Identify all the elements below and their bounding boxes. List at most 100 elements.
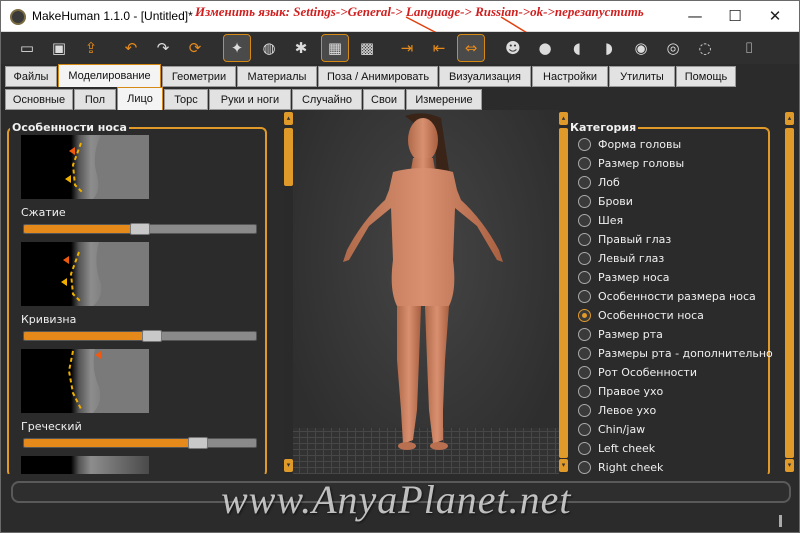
category-item[interactable]: Размер носа [578, 268, 669, 287]
curve-slider[interactable] [23, 330, 257, 342]
left-panel-scrollbar[interactable]: ▴ ▾ [284, 110, 293, 474]
radio-unchecked-icon[interactable] [578, 271, 591, 284]
undo-icon[interactable]: ↶ [117, 34, 145, 62]
symmetry-left-icon[interactable]: ⇤ [425, 34, 453, 62]
radio-unchecked-icon[interactable] [578, 214, 591, 227]
category-item[interactable]: Лоб [578, 173, 620, 192]
category-item[interactable]: Правое ухо [578, 382, 663, 401]
top-view-icon[interactable]: ◉ [627, 34, 655, 62]
tab-materials[interactable]: Материалы [237, 66, 317, 87]
left-view-icon[interactable]: ◖ [563, 34, 591, 62]
category-item[interactable]: Chin/jaw [578, 420, 645, 439]
resize-grip-icon[interactable] [779, 515, 782, 527]
screenshot-icon[interactable]: ⌷ [735, 34, 763, 62]
save-icon[interactable]: ▣ [45, 34, 73, 62]
subtab-custom[interactable]: Свои [363, 89, 405, 110]
tab-utilities[interactable]: Утилиты [609, 66, 675, 87]
category-item[interactable]: Левый глаз [578, 249, 664, 268]
curve-slider-handle[interactable] [141, 330, 162, 342]
subtab-face[interactable]: Лицо [117, 87, 163, 110]
smooth-icon[interactable]: ✦ [223, 34, 251, 62]
category-item[interactable]: Размеры рта - дополнительно [578, 344, 773, 363]
category-item[interactable]: Left cheek [578, 439, 655, 458]
human-model[interactable] [293, 110, 559, 474]
radio-unchecked-icon[interactable] [578, 195, 591, 208]
tab-pose-animate[interactable]: Поза / Анимировать [318, 66, 438, 87]
category-item[interactable]: Рот Особенности [578, 363, 697, 382]
right-view-icon[interactable]: ◗ [595, 34, 623, 62]
category-item[interactable]: Правый глаз [578, 230, 671, 249]
radio-checked-icon[interactable] [578, 309, 591, 322]
bottom-view-icon[interactable]: ◎ [659, 34, 687, 62]
reset-camera-icon[interactable]: ◌ [691, 34, 719, 62]
compression-slider-handle[interactable] [130, 223, 150, 235]
redo-icon[interactable]: ↷ [149, 34, 177, 62]
scroll-up-icon[interactable]: ▴ [559, 112, 568, 125]
radio-unchecked-icon[interactable] [578, 138, 591, 151]
category-item[interactable]: Шея [578, 211, 623, 230]
tab-geometries[interactable]: Геометрии [162, 66, 236, 87]
radio-unchecked-icon[interactable] [578, 442, 591, 455]
radio-unchecked-icon[interactable] [578, 233, 591, 246]
scroll-up-icon[interactable]: ▴ [785, 112, 794, 125]
category-item[interactable]: Размер головы [578, 154, 684, 173]
greek-slider-handle[interactable] [188, 437, 208, 449]
mid-scrollbar-thumb[interactable] [559, 128, 568, 458]
radio-unchecked-icon[interactable] [578, 404, 591, 417]
subtab-gender[interactable]: Пол [74, 89, 116, 110]
right-panel-scrollbar[interactable]: ▴ ▾ [785, 110, 794, 474]
category-item[interactable]: Особенности размера носа [578, 287, 756, 306]
subtab-main[interactable]: Основные [5, 89, 73, 110]
right-panel-left-scrollbar[interactable]: ▴ ▾ [559, 110, 568, 474]
category-item-label: Особенности носа [598, 309, 704, 322]
radio-unchecked-icon[interactable] [578, 328, 591, 341]
symmetry-right-icon[interactable]: ⇥ [393, 34, 421, 62]
new-icon[interactable]: ▭ [13, 34, 41, 62]
radio-unchecked-icon[interactable] [578, 423, 591, 436]
radio-unchecked-icon[interactable] [578, 157, 591, 170]
subtab-torso[interactable]: Торс [164, 89, 208, 110]
scroll-up-icon[interactable]: ▴ [284, 112, 293, 125]
grid-icon[interactable]: ▦ [321, 34, 349, 62]
checker-icon[interactable]: ▩ [353, 34, 381, 62]
minimize-button[interactable]: — [675, 5, 715, 27]
right-scrollbar-thumb[interactable] [785, 128, 794, 458]
symmetry-icon[interactable]: ⇔ [457, 34, 485, 62]
category-item[interactable]: Левое ухо [578, 401, 656, 420]
category-item[interactable]: Брови [578, 192, 633, 211]
tab-rendering[interactable]: Визуализация [439, 66, 531, 87]
radio-unchecked-icon[interactable] [578, 176, 591, 189]
scroll-down-icon[interactable]: ▾ [785, 459, 794, 472]
radio-unchecked-icon[interactable] [578, 347, 591, 360]
category-item-label: Размеры рта - дополнительно [598, 347, 773, 360]
front-view-icon[interactable]: ☻ [499, 34, 527, 62]
pose-icon[interactable]: ✱ [287, 34, 315, 62]
tab-modelling[interactable]: Моделирование [58, 64, 161, 87]
radio-unchecked-icon[interactable] [578, 366, 591, 379]
subtab-random[interactable]: Случайно [292, 89, 362, 110]
export-icon[interactable]: ⇪ [77, 34, 105, 62]
reset-icon[interactable]: ⟳ [181, 34, 209, 62]
category-item[interactable]: Размер рта [578, 325, 663, 344]
tab-help[interactable]: Помощь [676, 66, 736, 87]
subtab-measure[interactable]: Измерение [406, 89, 482, 110]
left-scrollbar-thumb[interactable] [284, 128, 293, 186]
tab-files[interactable]: Файлы [5, 66, 57, 87]
radio-unchecked-icon[interactable] [578, 385, 591, 398]
tab-settings[interactable]: Настройки [532, 66, 608, 87]
radio-unchecked-icon[interactable] [578, 461, 591, 474]
back-view-icon[interactable]: ● [531, 34, 559, 62]
radio-unchecked-icon[interactable] [578, 290, 591, 303]
close-button[interactable]: ✕ [755, 5, 795, 27]
3d-viewport[interactable] [293, 110, 559, 474]
radio-unchecked-icon[interactable] [578, 252, 591, 265]
maximize-button[interactable]: ☐ [715, 5, 755, 27]
category-item[interactable]: Форма головы [578, 135, 681, 154]
wireframe-icon[interactable]: ◍ [255, 34, 283, 62]
compression-slider[interactable] [23, 223, 257, 235]
greek-slider[interactable] [23, 437, 257, 449]
category-item[interactable]: Особенности носа [578, 306, 704, 325]
scroll-down-icon[interactable]: ▾ [559, 459, 568, 472]
subtab-arms-legs[interactable]: Руки и ноги [209, 89, 291, 110]
scroll-down-icon[interactable]: ▾ [284, 459, 293, 472]
